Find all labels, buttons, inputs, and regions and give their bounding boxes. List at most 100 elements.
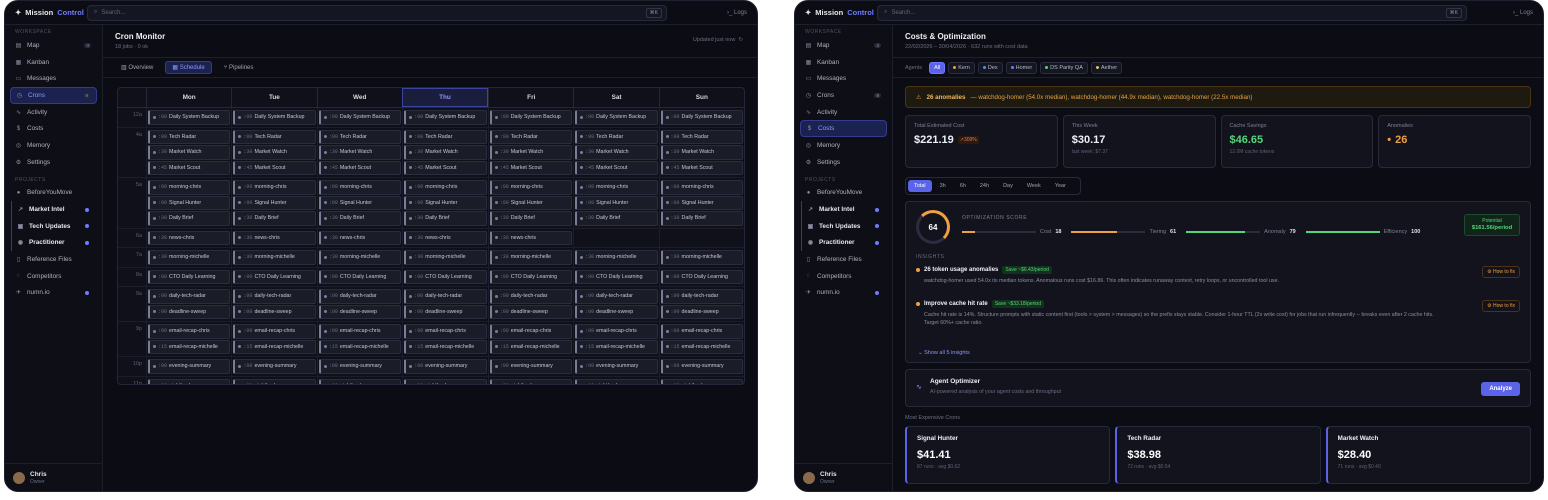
sidebar-item-settings[interactable]: ⚙ Settings — [10, 154, 97, 171]
job-block[interactable]: :00 email-recap-chris — [404, 324, 487, 339]
sidebar-item-map[interactable]: ▤ Map 4 — [800, 37, 887, 54]
tab-overview[interactable]: ▥ Overview — [115, 62, 159, 73]
job-block[interactable]: :00 Tech Radar — [233, 129, 316, 144]
project-item[interactable]: ✈ numn.io — [10, 285, 97, 302]
refresh-icon[interactable]: ↻ — [738, 37, 743, 43]
job-block[interactable]: :00 Signal Hunter — [404, 195, 487, 210]
job-block[interactable]: :00 Signal Hunter — [148, 195, 231, 210]
job-block[interactable]: :15 email-recap-michelle — [575, 339, 658, 354]
job-block[interactable]: :00 Tech Radar — [575, 129, 658, 144]
job-block[interactable]: :30 morning-michelle — [489, 250, 573, 265]
project-item[interactable]: ◌ Competitors — [800, 268, 887, 285]
job-block[interactable]: :30 Daily Brief — [660, 211, 743, 226]
job-block[interactable]: :00 daily-tech-radar — [404, 289, 487, 304]
sidebar-item-costs[interactable]: $ Costs — [800, 120, 887, 138]
anomaly-banner[interactable]: ⚠ 26 anomalies — watchdog-homer (54.0x med… — [905, 86, 1531, 108]
job-block[interactable]: :30 Daily Brief — [489, 211, 573, 226]
job-block[interactable]: :00 morning-chris — [575, 180, 658, 195]
job-block[interactable]: :30 Market Watch — [575, 145, 658, 160]
sidebar-item-kanban[interactable]: ▦ Kanban — [800, 54, 887, 71]
job-block[interactable]: :00 CTO Daily Learning — [404, 269, 487, 284]
job-block[interactable]: :45 Market Scout — [404, 160, 487, 175]
range-total[interactable]: Total — [908, 180, 932, 192]
job-block[interactable]: :00 Daily System Backup — [489, 110, 573, 125]
job-block[interactable]: :00 Tech Radar — [660, 129, 743, 144]
agent-chip-dex[interactable]: Dex — [977, 61, 1003, 74]
sidebar-item-messages[interactable]: ▭ Messages — [800, 70, 887, 87]
agent-chip-all[interactable]: All — [929, 61, 946, 74]
job-block[interactable]: :00 email-recap-chris — [660, 324, 743, 339]
job-block[interactable]: :15 email-recap-michelle — [404, 339, 487, 354]
sidebar-item-memory[interactable]: ◎ Memory — [10, 137, 97, 154]
job-block[interactable]: :00 morning-chris — [233, 180, 316, 195]
project-item[interactable]: ◉ Practitioner — [801, 234, 887, 252]
user-profile[interactable]: Chris Owner — [5, 463, 103, 491]
job-block[interactable]: :00 Tech Radar — [318, 129, 402, 144]
agent-chip-homer[interactable]: Homer — [1005, 61, 1038, 74]
job-block[interactable]: :00 daily-tech-radar — [148, 289, 231, 304]
how-to-fix-button[interactable]: ⚙ How to fix — [1482, 266, 1520, 278]
job-block[interactable]: :30 news-chris — [404, 230, 487, 245]
tab-pipelines[interactable]: ⑂ Pipelines — [218, 63, 260, 73]
job-block[interactable]: :00 CTO Daily Learning — [575, 269, 658, 284]
job-block[interactable]: :30nightly-cleanup — [148, 378, 231, 384]
job-block[interactable]: :30 morning-michelle — [660, 250, 743, 265]
job-block[interactable]: :00 email-recap-chris — [148, 324, 231, 339]
project-item[interactable]: ↗ Market Intel — [11, 201, 97, 218]
job-block[interactable]: :00 morning-chris — [404, 180, 487, 195]
job-block[interactable]: :30 morning-michelle — [404, 250, 487, 265]
job-block[interactable]: :00 deadline-sweep — [233, 304, 316, 319]
sidebar-item-costs[interactable]: $ Costs — [10, 120, 97, 137]
range-24h[interactable]: 24h — [974, 180, 995, 192]
tab-schedule[interactable]: ▦ Schedule — [165, 61, 212, 74]
project-item[interactable]: ◌ Competitors — [10, 268, 97, 285]
sidebar-item-crons[interactable]: ◷ Crons 9 — [800, 87, 887, 104]
job-block[interactable]: :15 email-recap-michelle — [148, 339, 231, 354]
job-block[interactable]: :00 daily-tech-radar — [660, 289, 743, 304]
job-block[interactable]: :30 morning-michelle — [233, 250, 316, 265]
job-block[interactable]: :15 email-recap-michelle — [318, 339, 402, 354]
job-block[interactable]: :00 evening-summary — [233, 359, 316, 374]
brand-logo[interactable]: ✦ Mission Control — [795, 8, 877, 17]
job-block[interactable]: :00 deadline-sweep — [404, 304, 487, 319]
sidebar-item-map[interactable]: ▤ Map 4 — [10, 37, 97, 54]
logs-button[interactable]: ›_ Logs — [1513, 10, 1533, 16]
job-block[interactable]: :30 Market Watch — [233, 145, 316, 160]
job-block[interactable]: :45 Market Scout — [575, 160, 658, 175]
search-input[interactable]: ⌕ Search... ⌘K — [87, 4, 667, 21]
expensive-cron-card[interactable]: Tech Radar $38.98 72 runs · avg $0.54 — [1115, 426, 1321, 484]
job-block[interactable]: :00 morning-chris — [489, 180, 573, 195]
job-block[interactable]: :30nightly-cleanup — [489, 378, 573, 384]
job-block[interactable]: :00 Daily System Backup — [148, 110, 231, 125]
sidebar-item-settings[interactable]: ⚙ Settings — [800, 154, 887, 171]
job-block[interactable]: :30 Daily Brief — [233, 211, 316, 226]
project-item[interactable]: ● BeforeYouMove — [800, 185, 887, 202]
job-block[interactable]: :00 evening-summary — [148, 359, 231, 374]
user-profile[interactable]: Chris Owner — [795, 463, 893, 491]
job-block[interactable]: :00 email-recap-chris — [318, 324, 402, 339]
sidebar-item-kanban[interactable]: ▦ Kanban — [10, 54, 97, 71]
job-block[interactable]: :00 Signal Hunter — [489, 195, 573, 210]
job-block[interactable]: :00 deadline-sweep — [148, 304, 231, 319]
job-block[interactable]: :15 email-recap-michelle — [489, 339, 573, 354]
job-block[interactable]: :00 deadline-sweep — [575, 304, 658, 319]
agent-chip-ds-parity-qa[interactable]: DS Parity QA — [1040, 61, 1088, 74]
job-block[interactable]: :30 news-chris — [148, 230, 231, 245]
sidebar-item-memory[interactable]: ◎ Memory — [800, 137, 887, 154]
job-block[interactable]: :00 daily-tech-radar — [233, 289, 316, 304]
job-block[interactable]: :00 evening-summary — [489, 359, 573, 374]
job-block[interactable]: :00 Daily System Backup — [233, 110, 316, 125]
job-block[interactable]: :00 morning-chris — [660, 180, 743, 195]
how-to-fix-button[interactable]: ⚙ How to fix — [1482, 300, 1520, 312]
job-block[interactable]: :00 CTO Daily Learning — [233, 269, 316, 284]
job-block[interactable]: :00 Daily System Backup — [575, 110, 658, 125]
job-block[interactable]: :45 Market Scout — [148, 160, 231, 175]
job-block[interactable]: :00 Tech Radar — [489, 129, 573, 144]
logs-button[interactable]: ›_ Logs — [727, 10, 747, 16]
job-block[interactable]: :45 Market Scout — [233, 160, 316, 175]
job-block[interactable]: :00 deadline-sweep — [660, 304, 743, 319]
job-block[interactable]: :30nightly-cleanup — [660, 378, 743, 384]
sidebar-item-messages[interactable]: ▭ Messages — [10, 70, 97, 87]
job-block[interactable]: :00 daily-tech-radar — [575, 289, 658, 304]
agent-chip-aether[interactable]: Aether — [1090, 61, 1123, 74]
